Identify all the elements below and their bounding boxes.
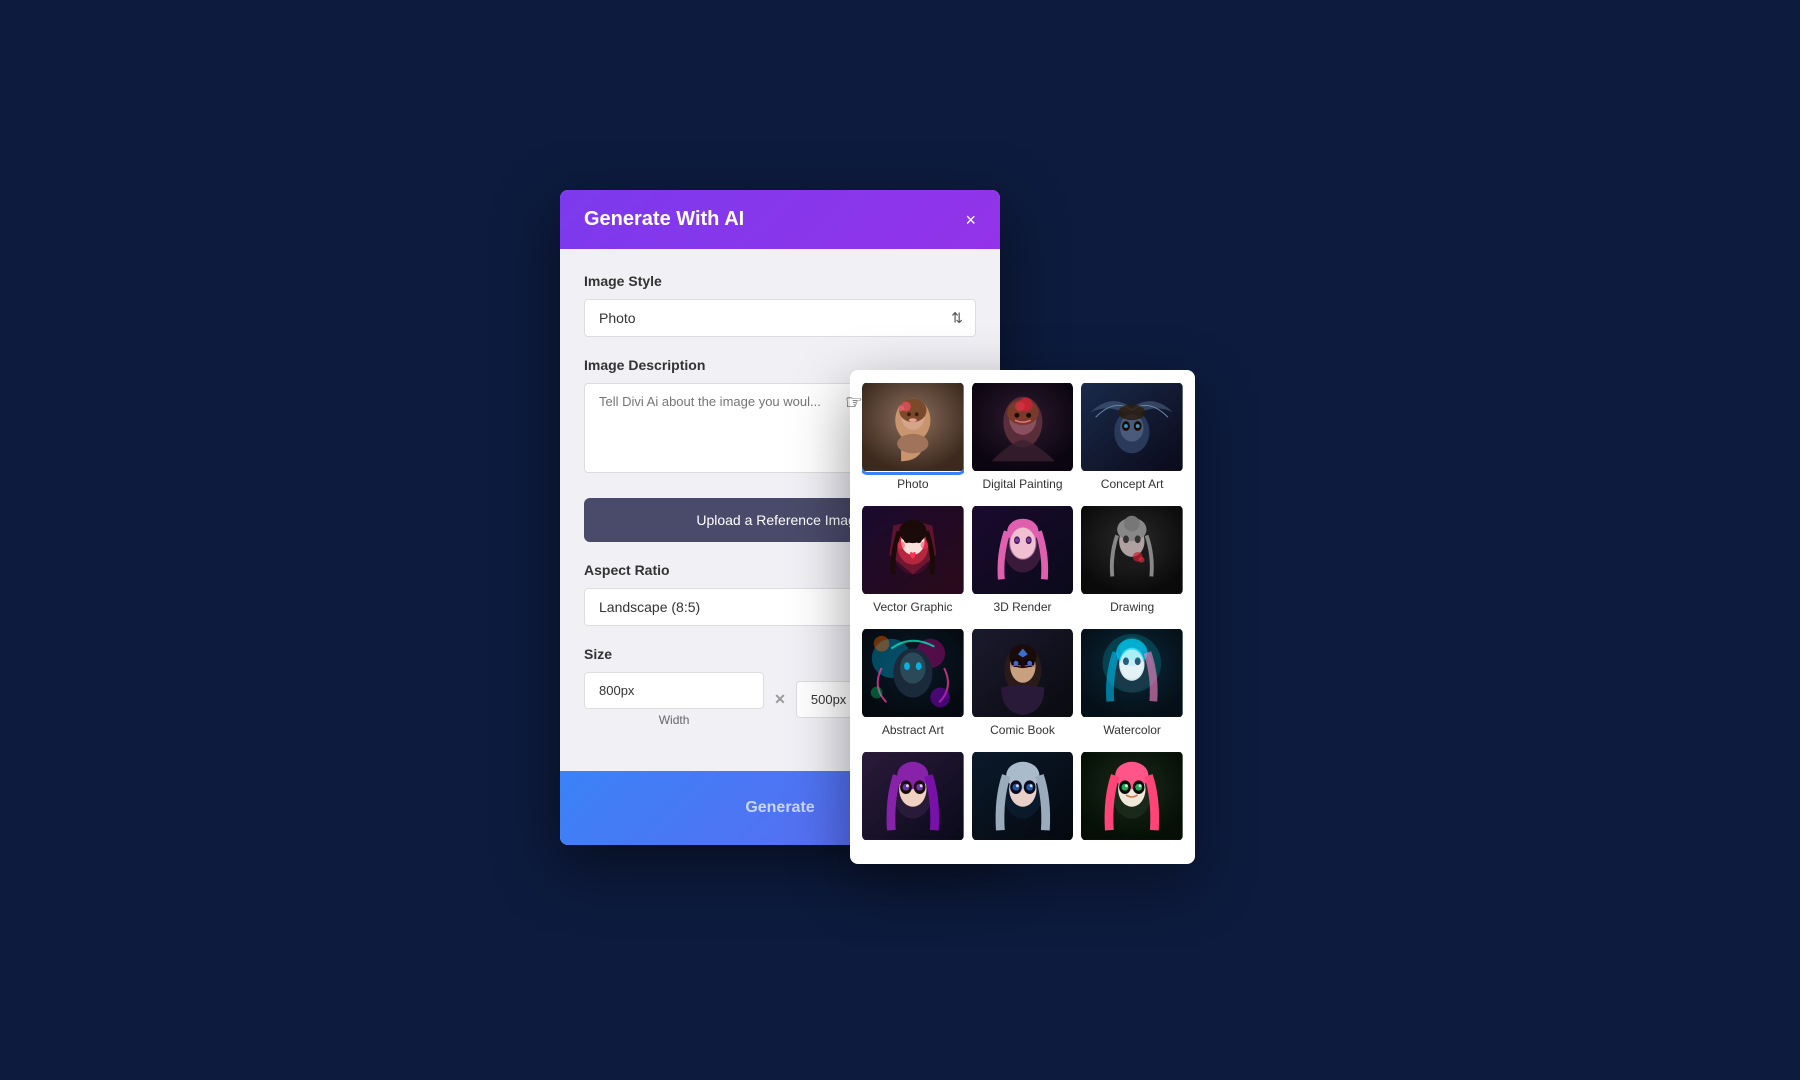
image-style-select[interactable]: Photo Digital Painting Concept Art Vecto…	[585, 300, 975, 336]
style-label-comic-book: Comic Book	[990, 723, 1055, 737]
size-separator: ✕	[774, 691, 786, 708]
style-thumbnail-vector-graphic	[862, 505, 964, 595]
dialog-header: Generate With AI ×	[560, 190, 1000, 249]
style-thumbnail-anime2	[972, 751, 1074, 841]
style-thumbnail-photo	[862, 382, 964, 472]
style-grid: Photo	[850, 370, 1195, 864]
width-input-wrapper: 800px Width	[584, 672, 764, 727]
width-input[interactable]: 800px	[584, 672, 764, 709]
style-label-watercolor: Watercolor	[1103, 723, 1161, 737]
style-label-concept-art: Concept Art	[1101, 477, 1164, 491]
style-thumbnail-drawing	[1081, 505, 1183, 595]
style-thumbnail-watercolor	[1081, 628, 1183, 718]
image-style-select-wrapper: Photo Digital Painting Concept Art Vecto…	[584, 299, 976, 337]
style-item-vector-graphic[interactable]: Vector Graphic	[862, 505, 964, 620]
style-label-vector-graphic: Vector Graphic	[873, 600, 952, 614]
style-thumbnail-anime3	[1081, 751, 1183, 841]
style-picker-dropdown: Photo	[850, 370, 1195, 864]
image-style-label: Image Style	[584, 273, 976, 289]
style-thumbnail-digital-painting	[972, 382, 1074, 472]
style-item-anime2[interactable]	[972, 751, 1074, 852]
style-item-anime1[interactable]	[862, 751, 964, 852]
style-item-anime3[interactable]	[1081, 751, 1183, 852]
style-item-watercolor[interactable]: Watercolor	[1081, 628, 1183, 743]
style-label-3d-render: 3D Render	[993, 600, 1051, 614]
style-item-digital-painting[interactable]: Digital Painting	[972, 382, 1074, 497]
style-thumbnail-abstract-art	[862, 628, 964, 718]
style-item-concept-art[interactable]: Concept Art	[1081, 382, 1183, 497]
style-thumbnail-3d-render	[972, 505, 1074, 595]
scene: Generate With AI × Image Style Photo Dig…	[560, 190, 1240, 890]
style-thumbnail-anime1	[862, 751, 964, 841]
style-item-photo[interactable]: Photo	[862, 382, 964, 497]
style-label-digital-painting: Digital Painting	[982, 477, 1062, 491]
close-button[interactable]: ×	[965, 211, 976, 229]
style-thumbnail-concept-art	[1081, 382, 1183, 472]
style-label-photo: Photo	[897, 477, 928, 491]
width-label: Width	[584, 713, 764, 727]
style-label-drawing: Drawing	[1110, 600, 1154, 614]
style-thumbnail-comic-book	[972, 628, 1074, 718]
style-item-3d-render[interactable]: 3D Render	[972, 505, 1074, 620]
dialog-title: Generate With AI	[584, 208, 744, 231]
style-item-drawing[interactable]: Drawing	[1081, 505, 1183, 620]
style-item-abstract-art[interactable]: Abstract Art	[862, 628, 964, 743]
style-item-comic-book[interactable]: Comic Book	[972, 628, 1074, 743]
style-label-abstract-art: Abstract Art	[882, 723, 944, 737]
